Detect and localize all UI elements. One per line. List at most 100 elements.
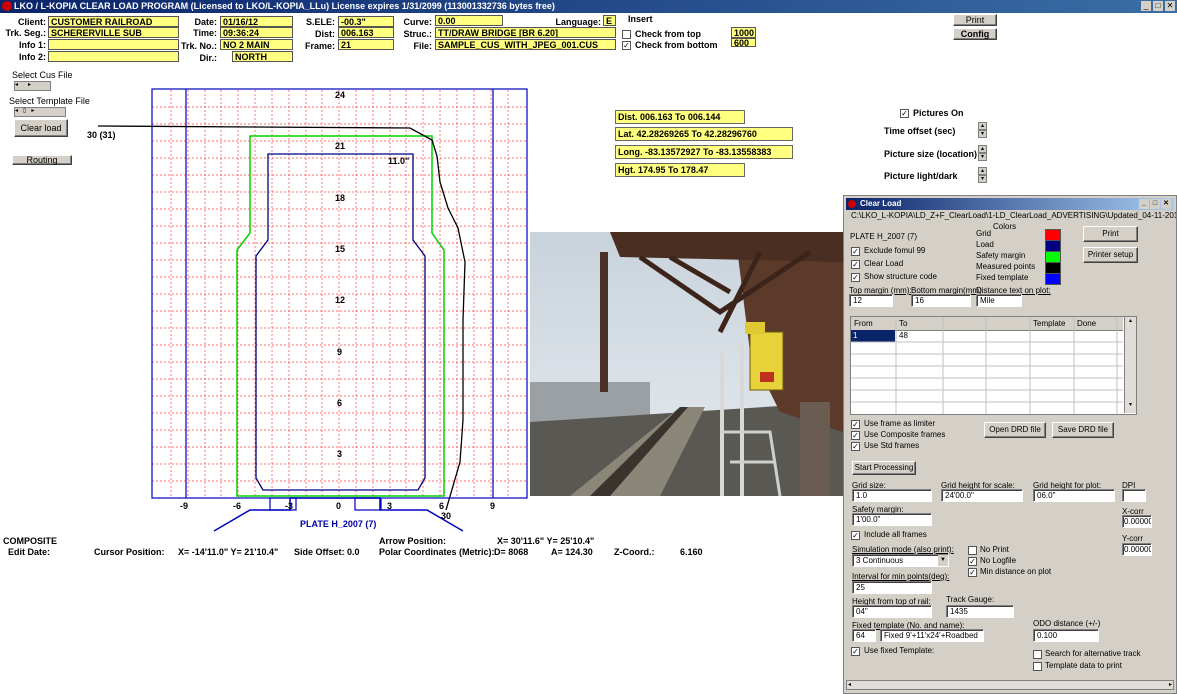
odo-label: ODO distance (+/-) bbox=[1033, 619, 1101, 628]
dialog-title-bar: Clear Load _ □ ✕ bbox=[846, 198, 1174, 210]
clear-load-label: Clear Load bbox=[864, 259, 904, 268]
chevron-down-icon[interactable]: ▼ bbox=[938, 555, 948, 566]
dialog-app-icon bbox=[848, 200, 856, 208]
x-label-neg9: -9 bbox=[180, 501, 189, 511]
check-bottom-value[interactable]: 600 bbox=[731, 38, 756, 47]
grid-height-scale-input[interactable]: 24'00.0" bbox=[941, 489, 1023, 502]
range-table[interactable]: From To Template Done 1 48 ▴ ▾ bbox=[850, 316, 1137, 415]
arrow-label: 30 bbox=[441, 511, 452, 521]
use-fixed-checkbox[interactable]: ✓ bbox=[851, 647, 860, 656]
exclude-checkbox[interactable]: ✓ bbox=[851, 247, 860, 256]
safety-margin-input[interactable]: 1'00.0" bbox=[852, 513, 932, 526]
search-alt-checkbox[interactable] bbox=[1033, 650, 1042, 659]
check-top-value[interactable]: 1000 bbox=[731, 27, 756, 38]
track-photo bbox=[530, 232, 843, 496]
exclude-label: Exclude fomul 99 bbox=[864, 246, 926, 255]
y-label-18: 18 bbox=[335, 193, 346, 203]
open-drd-button[interactable]: Open DRD file bbox=[984, 422, 1046, 438]
dialog-print-button[interactable]: Print bbox=[1083, 226, 1138, 242]
ycorr-label: Y-corr bbox=[1122, 534, 1144, 543]
zcoord-value: 6.160 bbox=[680, 547, 703, 557]
printer-setup-button[interactable]: Printer setup bbox=[1083, 247, 1138, 263]
config-button[interactable]: Config bbox=[953, 28, 997, 40]
use-composite-checkbox[interactable]: ✓ bbox=[851, 431, 860, 440]
maximize-button[interactable]: □ bbox=[1153, 1, 1163, 11]
check-top-label: Check from top bbox=[635, 29, 702, 39]
no-print-checkbox[interactable] bbox=[968, 546, 977, 555]
xcorr-input[interactable]: 0.00000 bbox=[1122, 515, 1152, 528]
interval-input[interactable]: 25 bbox=[852, 581, 932, 594]
table-scrollbar[interactable]: ▴ ▾ bbox=[1124, 317, 1136, 413]
cursor-xy: X= -14'11.0" Y= 21'10.4" bbox=[178, 547, 279, 557]
minimize-button[interactable]: _ bbox=[1141, 1, 1151, 11]
close-button[interactable]: ✕ bbox=[1165, 1, 1175, 11]
fixed-template-no[interactable]: 64 bbox=[852, 629, 876, 642]
info-lat: Lat. 42.28269265 To 42.28296760 bbox=[615, 127, 793, 141]
bottom-margin-input[interactable]: 16 bbox=[911, 294, 971, 307]
fixed-color-swatch[interactable] bbox=[1045, 273, 1061, 285]
grid-size-input[interactable]: 1.0 bbox=[852, 489, 932, 502]
time-offset-spinner[interactable]: ▴ ▾ bbox=[978, 122, 987, 140]
sim-mode-value: 3 Continuous bbox=[856, 556, 904, 565]
template-data-checkbox[interactable] bbox=[1033, 662, 1042, 671]
use-composite-label: Use Composite frames bbox=[864, 430, 946, 439]
sim-mode-select[interactable]: 3 Continuous ▼ bbox=[852, 554, 949, 567]
check-bottom-checkbox[interactable]: ✓ bbox=[622, 41, 631, 50]
check-bottom-label: Check from bottom bbox=[635, 40, 718, 50]
distance-text-input[interactable]: Mile bbox=[976, 294, 1022, 307]
polar-label: Polar Coordinates (Metric): bbox=[379, 547, 495, 557]
colors-label: Colors bbox=[993, 222, 1017, 231]
legend-safety: Safety margin bbox=[976, 251, 1026, 260]
use-std-checkbox[interactable]: ✓ bbox=[851, 442, 860, 451]
clear-load-checkbox[interactable]: ✓ bbox=[851, 260, 860, 269]
start-processing-button[interactable]: Start Processing bbox=[852, 461, 916, 475]
dpi-input[interactable] bbox=[1122, 489, 1146, 502]
odo-input[interactable]: 0.100 bbox=[1033, 629, 1099, 642]
height-input[interactable]: 04" bbox=[852, 605, 932, 618]
picture-size-spinner[interactable]: ▴ ▾ bbox=[978, 145, 987, 163]
dialog-minimize-button[interactable]: _ bbox=[1139, 199, 1149, 209]
dialog-hscrollbar[interactable]: ◂ ▸ bbox=[846, 680, 1174, 690]
ycorr-input[interactable]: 0.00000 bbox=[1122, 543, 1152, 556]
search-alt-label: Search for alternative track bbox=[1045, 649, 1141, 658]
pictures-on-checkbox[interactable]: ✓ bbox=[900, 109, 909, 118]
offset-label: 11.0" bbox=[388, 156, 410, 166]
use-fixed-label: Use fixed Template: bbox=[864, 646, 935, 655]
clearance-plot[interactable] bbox=[0, 0, 535, 540]
info-hgt: Hgt. 174.95 To 178.47 bbox=[615, 163, 745, 177]
fixed-template-name[interactable]: Fixed 9'+11'x24'+Roadbed bbox=[880, 629, 984, 642]
grid-height-plot-input[interactable]: 06.0" bbox=[1033, 489, 1115, 502]
zcoord-label: Z-Coord.: bbox=[614, 547, 655, 557]
print-button[interactable]: Print bbox=[953, 14, 997, 26]
dialog-maximize-button[interactable]: □ bbox=[1150, 199, 1160, 209]
min-distance-label: Min distance on plot bbox=[980, 567, 1052, 576]
gauge-input[interactable]: 1435 bbox=[946, 605, 1014, 618]
show-structure-label: Show structure code bbox=[864, 272, 937, 281]
dialog-path: C:\LKO_L-KOPIA\LD_Z+F_ClearLoad\1-LD_Cle… bbox=[851, 211, 1176, 220]
picture-light-spinner[interactable]: ▴ ▾ bbox=[978, 167, 987, 185]
no-logfile-checkbox[interactable]: ✓ bbox=[968, 557, 977, 566]
check-top-checkbox[interactable] bbox=[622, 30, 631, 39]
no-print-label: No Print bbox=[980, 545, 1009, 554]
template-data-label: Template data to print bbox=[1045, 661, 1122, 670]
x-label-neg6: -6 bbox=[233, 501, 242, 511]
clear-load-dialog: Clear Load _ □ ✕ C:\LKO_L-KOPIA\LD_Z+F_C… bbox=[843, 195, 1177, 694]
language-label: Language: bbox=[555, 17, 601, 27]
x-label-6: 6 bbox=[439, 501, 445, 511]
save-drd-button[interactable]: Save DRD file bbox=[1052, 422, 1114, 438]
min-distance-checkbox[interactable]: ✓ bbox=[968, 568, 977, 577]
sim-mode-label: Simulation mode (also print): bbox=[852, 545, 954, 554]
include-all-checkbox[interactable]: ✓ bbox=[851, 531, 860, 540]
gauge-label: Track Gauge: bbox=[946, 595, 995, 604]
time-offset-label: Time offset (sec) bbox=[884, 126, 956, 136]
show-structure-checkbox[interactable]: ✓ bbox=[851, 273, 860, 282]
interval-label: Interval for min points(deg): bbox=[852, 572, 950, 581]
top-margin-input[interactable]: 12 bbox=[849, 294, 893, 307]
cursor-position-label: Cursor Position: bbox=[94, 547, 165, 557]
composite-label: COMPOSITE bbox=[3, 536, 58, 546]
dialog-close-button[interactable]: ✕ bbox=[1161, 199, 1171, 209]
language-field[interactable]: E bbox=[603, 15, 616, 26]
load-outline bbox=[255, 153, 426, 491]
use-frame-checkbox[interactable]: ✓ bbox=[851, 420, 860, 429]
polar-d: D= 8068 bbox=[494, 547, 529, 557]
